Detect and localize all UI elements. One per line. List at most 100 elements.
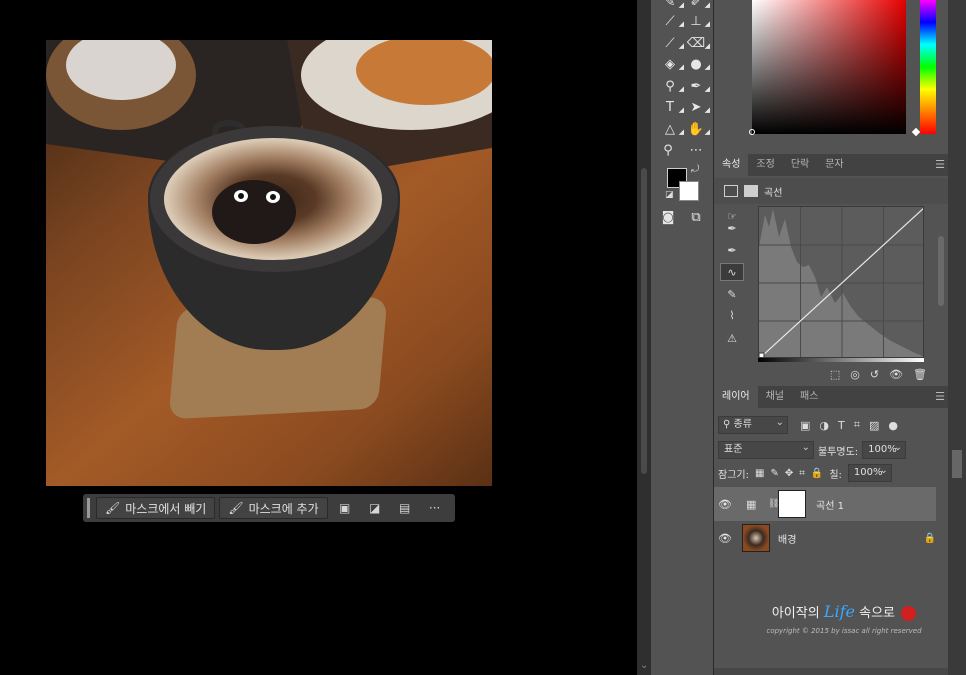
- layer-thumbnail[interactable]: [742, 524, 770, 552]
- visibility-eye-icon[interactable]: 👁: [714, 532, 736, 545]
- swap-colors-icon[interactable]: ⤾: [691, 164, 699, 175]
- quick-mask-icon[interactable]: ◙: [657, 209, 679, 227]
- subtract-from-mask-label: 마스크에서 빼기: [125, 501, 207, 516]
- brush-tool-icon[interactable]: ⟋ ◢: [659, 13, 684, 31]
- hue-slider-handle[interactable]: [911, 127, 921, 137]
- layer-name[interactable]: 곡선 1: [816, 497, 844, 512]
- blur-icon[interactable]: ● ◢: [685, 56, 710, 74]
- pixel-filter-icon[interactable]: ▣: [800, 419, 810, 432]
- adjustment-name: 곡선: [764, 187, 783, 199]
- layer-row-background[interactable]: 👁 배경 🔒: [714, 521, 936, 555]
- filter-toggle-icon[interactable]: ●: [888, 419, 898, 432]
- shape-filter-icon[interactable]: ⌗: [854, 418, 860, 432]
- clone-stamp-icon[interactable]: ⊥ ◢: [685, 13, 710, 31]
- type-filter-icon[interactable]: T: [838, 419, 845, 432]
- path-selection-icon[interactable]: ➤ ◢: [685, 99, 710, 117]
- screen-mode-icon[interactable]: ⧉: [685, 209, 707, 227]
- color-picker-marker[interactable]: [749, 129, 755, 135]
- panel-footer: [714, 668, 949, 675]
- lock-label: 잠그기:: [718, 469, 749, 481]
- smart-object-filter-icon[interactable]: ▨: [869, 419, 879, 432]
- pencil-draw-icon[interactable]: ✎: [720, 286, 744, 304]
- more-options-button[interactable]: ···: [422, 497, 448, 519]
- opacity-field[interactable]: 100%: [862, 440, 907, 459]
- blend-mode-dropdown[interactable]: 표준: [718, 440, 814, 459]
- canvas-scrollbar[interactable]: ⌄: [637, 0, 651, 675]
- paint-bucket-icon[interactable]: ◈ ◢: [659, 56, 684, 74]
- tab-properties[interactable]: 속성: [714, 154, 749, 176]
- curves-graph[interactable]: [758, 206, 924, 358]
- dodge-icon[interactable]: ⚲ ◢: [659, 78, 684, 96]
- lock-position-icon[interactable]: ✥: [785, 468, 793, 479]
- visibility-eye-icon[interactable]: 👁: [714, 498, 736, 511]
- watermark-copyright: copyright © 2015 by issac all right rese…: [766, 627, 922, 635]
- type-icon[interactable]: T ◢: [659, 99, 684, 117]
- layer-mask-thumbnail[interactable]: [778, 490, 806, 518]
- scrollbar-thumb[interactable]: [952, 450, 962, 478]
- history-brush-icon[interactable]: ⟋ ◢: [659, 35, 684, 53]
- delete-icon[interactable]: 🗑: [913, 368, 927, 381]
- color-picker-field[interactable]: [752, 0, 906, 134]
- lock-transparent-icon[interactable]: ▦: [755, 468, 764, 479]
- lock-all-icon[interactable]: 🔒: [811, 468, 823, 479]
- panel-menu-icon[interactable]: ☰: [935, 390, 945, 403]
- link-icon[interactable]: ⛓: [768, 499, 779, 509]
- scroll-down-icon[interactable]: ⌄: [640, 660, 648, 671]
- scrollbar-thumb[interactable]: [641, 168, 647, 474]
- smooth-curve-icon[interactable]: ⌇: [720, 307, 744, 325]
- eraser-icon[interactable]: ⌫ ◢: [685, 35, 710, 53]
- add-to-mask-label: 마스크에 추가: [248, 501, 319, 516]
- shape-icon[interactable]: △ ◢: [659, 121, 684, 139]
- add-to-mask-button[interactable]: 🖌 마스크에 추가: [219, 497, 328, 519]
- hue-slider[interactable]: [920, 0, 936, 134]
- gray-point-eyedropper-icon[interactable]: ✒: [720, 242, 744, 260]
- tools-panel: ✎ ◢ ✐ ◢ ⟋ ◢ ⊥ ◢ ⟋ ◢ ⌫ ◢ ◈ ◢ ● ◢ ⚲ ◢ ✒ ◢ T ◢ ➤ ◢ △ ◢ ✋…: [651, 0, 713, 675]
- lock-image-icon[interactable]: ✎: [770, 468, 778, 479]
- default-colors-icon[interactable]: ◪: [665, 190, 674, 200]
- lock-artboard-icon[interactable]: ⌗: [799, 468, 805, 479]
- layer-filter-dropdown[interactable]: ⚲ 종류: [718, 415, 788, 434]
- properties-scrollbar[interactable]: [936, 206, 946, 362]
- mask-icon[interactable]: [744, 185, 758, 197]
- fill-field[interactable]: 100%: [847, 463, 892, 482]
- panel-dock-scrollbar[interactable]: [948, 0, 966, 675]
- document-canvas[interactable]: 🖌 마스크에서 빼기 🖌 마스크에 추가 ▣ ◪ ▤ ···: [0, 0, 637, 675]
- watermark-suffix: 속으로: [859, 606, 895, 621]
- photo-cookie-eye: [234, 190, 248, 202]
- fill-value: 100%: [853, 467, 883, 478]
- drag-handle[interactable]: [87, 498, 90, 518]
- tab-paragraph[interactable]: 단락: [783, 154, 817, 176]
- zoom-icon[interactable]: ⚲: [657, 142, 679, 160]
- hand-icon[interactable]: ✋ ◢: [685, 121, 710, 139]
- tab-adjustments[interactable]: 조정: [748, 154, 782, 176]
- background-color-swatch[interactable]: [679, 181, 699, 201]
- properties-footer: ⬚ ◎ ↺ 👁 🗑: [714, 364, 949, 384]
- clipping-warning-icon[interactable]: ⚠: [720, 330, 744, 348]
- layer-row-curves[interactable]: 👁 ▦ ⛓ 곡선 1: [714, 487, 936, 521]
- spot-healing-icon[interactable]: ✎ ◢: [659, 0, 684, 12]
- view-previous-icon[interactable]: ◎: [850, 368, 860, 381]
- black-point-eyedropper-icon[interactable]: ✒: [720, 220, 744, 238]
- subtract-from-mask-button[interactable]: 🖌 마스크에서 빼기: [96, 497, 216, 519]
- mask-option-icon[interactable]: ▣: [332, 497, 358, 519]
- tab-layers[interactable]: 레이어: [714, 386, 758, 408]
- curves-adjustment-icon[interactable]: [724, 185, 738, 197]
- scrollbar-thumb[interactable]: [938, 236, 944, 306]
- reset-icon[interactable]: ↺: [870, 368, 879, 381]
- mask-layer-icon[interactable]: ▤: [392, 497, 418, 519]
- tab-channels[interactable]: 채널: [758, 386, 792, 408]
- invert-mask-icon[interactable]: ◪: [362, 497, 388, 519]
- more-tools-icon[interactable]: ⋯: [685, 142, 707, 160]
- pen-icon[interactable]: ✒ ◢: [685, 78, 710, 96]
- blend-row: 표준 불투명도: 100%: [718, 440, 946, 459]
- clip-to-layer-icon[interactable]: ⬚: [830, 368, 840, 381]
- brush-icon[interactable]: ✐ ◢: [685, 0, 710, 12]
- curve-points-icon[interactable]: ∿: [720, 263, 744, 281]
- search-icon: ⚲: [723, 419, 734, 430]
- layer-name[interactable]: 배경: [778, 531, 924, 546]
- panel-menu-icon[interactable]: ☰: [935, 158, 945, 171]
- tab-character[interactable]: 문자: [817, 154, 851, 176]
- tab-paths[interactable]: 패스: [792, 386, 826, 408]
- visibility-icon[interactable]: 👁: [889, 368, 903, 381]
- adjustment-filter-icon[interactable]: ◑: [819, 419, 829, 432]
